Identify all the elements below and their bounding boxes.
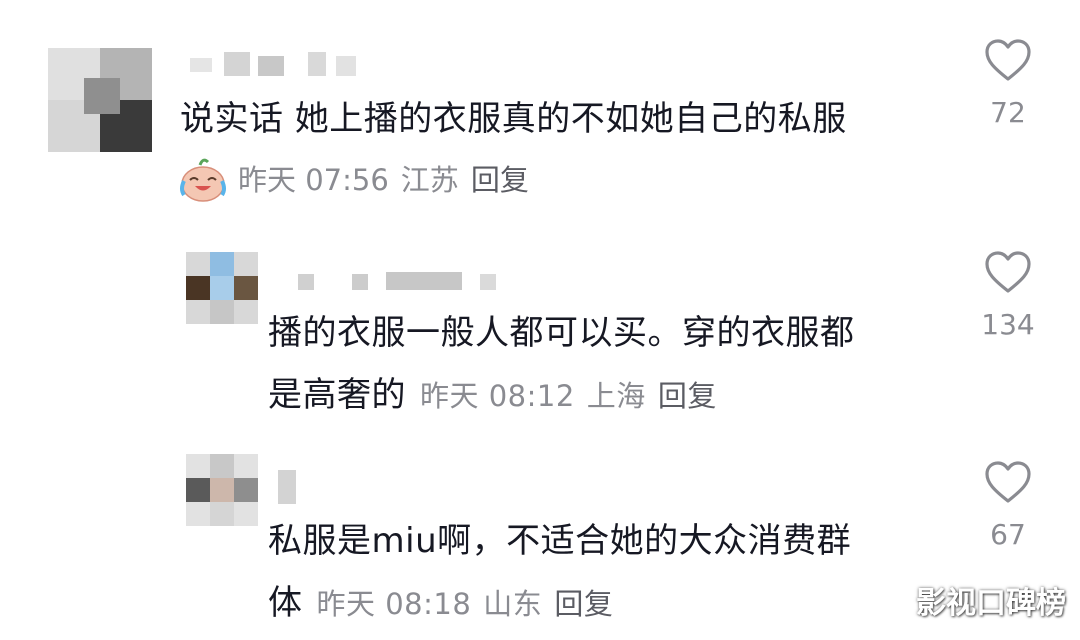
comment-text-line: 私服是miu啊，不适合她的大众消费群 xyxy=(268,521,852,561)
like-count: 67 xyxy=(990,518,1026,551)
comment-meta: 昨天 08:18 山东 回复 xyxy=(317,587,626,621)
comment-location: 山东 xyxy=(483,587,543,621)
heart-outline-icon xyxy=(985,251,1031,293)
reply-button[interactable]: 回复 xyxy=(471,163,529,197)
comment-meta: 昨天 07:56 江苏 回复 xyxy=(238,160,541,200)
like-button[interactable]: 67 xyxy=(968,460,1048,551)
crying-laughing-emoji-icon xyxy=(180,158,226,202)
reply-button[interactable]: 回复 xyxy=(554,587,613,621)
username[interactable] xyxy=(278,470,308,504)
reply-button[interactable]: 回复 xyxy=(658,379,717,413)
like-count: 134 xyxy=(981,308,1035,341)
comment-time: 昨天 07:56 xyxy=(238,163,389,197)
like-button[interactable]: 134 xyxy=(968,250,1048,341)
comment-time: 昨天 08:18 xyxy=(316,587,472,621)
heart-outline-icon xyxy=(985,39,1031,81)
comment-text-line-2: 是高奢的 昨天 08:12 上海 回复 xyxy=(268,364,948,427)
comment-item: 说实话 她上播的衣服真的不如她自己的私服 昨天 07:56 江苏 回复 72 xyxy=(0,0,1080,230)
comment-text: 播的衣服一般人都可以买。穿的衣服都 是高奢的 昨天 08:12 上海 回复 xyxy=(268,302,948,427)
avatar[interactable] xyxy=(186,454,258,526)
comment-text-line: 体 xyxy=(268,583,303,623)
comment-text: 私服是miu啊，不适合她的大众消费群 体昨天 08:18 山东 回复 xyxy=(268,510,948,635)
heart-outline-icon xyxy=(985,461,1031,503)
username[interactable] xyxy=(298,270,498,294)
reply-item: 播的衣服一般人都可以买。穿的衣服都 是高奢的 昨天 08:12 上海 回复 134 xyxy=(0,230,1080,440)
comment-meta: 昨天 08:12 上海 回复 xyxy=(420,379,729,413)
comment-text: 说实话 她上播的衣服真的不如她自己的私服 xyxy=(180,99,847,139)
avatar[interactable] xyxy=(48,48,152,152)
comment-location: 上海 xyxy=(586,379,646,413)
comment-text-line: 是高奢的 xyxy=(268,375,406,415)
comment-location: 江苏 xyxy=(400,163,459,197)
avatar[interactable] xyxy=(186,252,258,324)
watermark: 影视口碑榜 xyxy=(916,586,1066,621)
like-count: 72 xyxy=(990,96,1026,129)
comment-time: 昨天 08:12 xyxy=(420,379,575,413)
like-button[interactable]: 72 xyxy=(968,38,1048,129)
comment-text-line: 播的衣服一般人都可以买。穿的衣服都 xyxy=(268,313,855,353)
username[interactable] xyxy=(190,52,360,76)
comment-text-line-2: 体昨天 08:18 山东 回复 xyxy=(268,572,948,635)
